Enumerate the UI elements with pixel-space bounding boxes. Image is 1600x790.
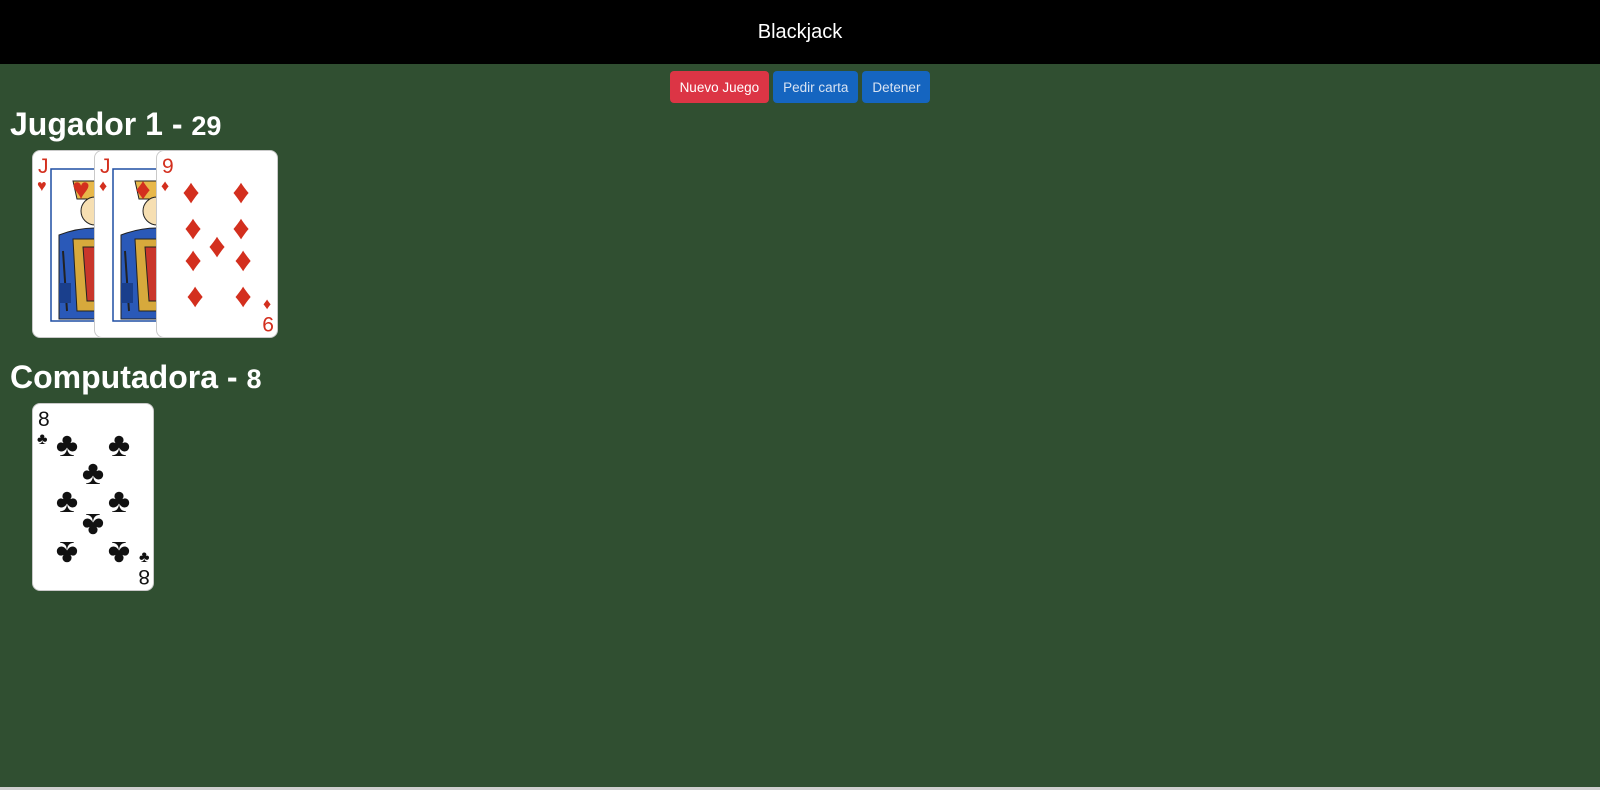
card-rank-corner: J [38, 155, 49, 178]
player-1-name: Jugador 1 [10, 106, 163, 142]
card-pip-icon: ♣ [82, 454, 104, 492]
card-pip-icon: ♣ [108, 426, 130, 464]
card-suit-corner-inverted: ♣ [139, 549, 150, 566]
card-face-suit-icon: ♥ [72, 173, 90, 206]
card-pip-icon: ♣ [56, 534, 78, 572]
computer-score: 8 [246, 364, 262, 394]
player-1-score: 29 [191, 111, 222, 141]
player-1-title: Jugador 1 - 29 [10, 108, 221, 140]
card-pip-icon: ♦ [184, 243, 201, 281]
card-rank-corner: 8 [38, 408, 50, 431]
card-face-suit-icon: ♦ [135, 173, 150, 206]
new-game-button[interactable]: Nuevo Juego [669, 71, 770, 103]
playing-card: ♦ ♦ ♦ ♦ ♦ ♦ ♦ ♦ ♦ 9 ♦ 9 ♦ [156, 150, 278, 338]
computer-title: Computadora - 8 [10, 361, 261, 393]
card-suit-corner-inverted: ♦ [263, 296, 271, 313]
hit-button[interactable]: Pedir carta [773, 71, 859, 103]
card-pip-icon: ♦ [184, 209, 201, 247]
card-pip-icon: ♣ [56, 426, 78, 464]
card-pip-icon: ♣ [108, 534, 130, 572]
card-pip-icon: ♣ [82, 506, 104, 544]
stand-button[interactable]: Detener [862, 71, 931, 103]
game-controls: Nuevo Juego Pedir carta Detener [0, 71, 1600, 103]
card-suit-corner: ♥ [37, 178, 47, 195]
computer-hand: ♣ ♣ ♣ ♣ ♣ ♣ ♣ ♣ 8 ♣ 8 ♣ [32, 403, 292, 593]
card-pip-icon: ♣ [108, 482, 130, 520]
card-rank-corner: J [100, 155, 111, 178]
computer-separator: - [218, 359, 247, 395]
player-1-separator: - [162, 106, 192, 142]
card-pip-icon: ♦ [232, 209, 249, 247]
card-pip-icon: ♦ [234, 243, 251, 281]
computer-name: Computadora [10, 359, 218, 395]
card-rank-corner: 9 [162, 155, 174, 178]
card-pip-icon: ♦ [232, 173, 249, 211]
playing-card: ♣ ♣ ♣ ♣ ♣ ♣ ♣ ♣ 8 ♣ 8 ♣ [32, 403, 154, 591]
card-pip-icon: ♦ [234, 279, 251, 317]
card-rank-corner-inverted: 8 [138, 565, 150, 588]
card-pip-icon: ♦ [182, 173, 199, 211]
card-pip-icon: ♦ [208, 227, 225, 265]
app-title: Blackjack [757, 20, 843, 43]
card-suit-corner: ♦ [99, 178, 107, 195]
app-header: Blackjack [0, 0, 1600, 64]
player-1-hand: ♥J♥J♥♦J♦J♦♦♦♦♦♦♦♦♦♦9♦9♦ [32, 150, 292, 340]
card-suit-corner: ♦ [161, 178, 169, 195]
card-pip-icon: ♦ [186, 279, 203, 317]
card-rank-corner-inverted: 9 [262, 312, 274, 335]
card-suit-corner: ♣ [37, 431, 48, 448]
card-pip-icon: ♣ [56, 482, 78, 520]
